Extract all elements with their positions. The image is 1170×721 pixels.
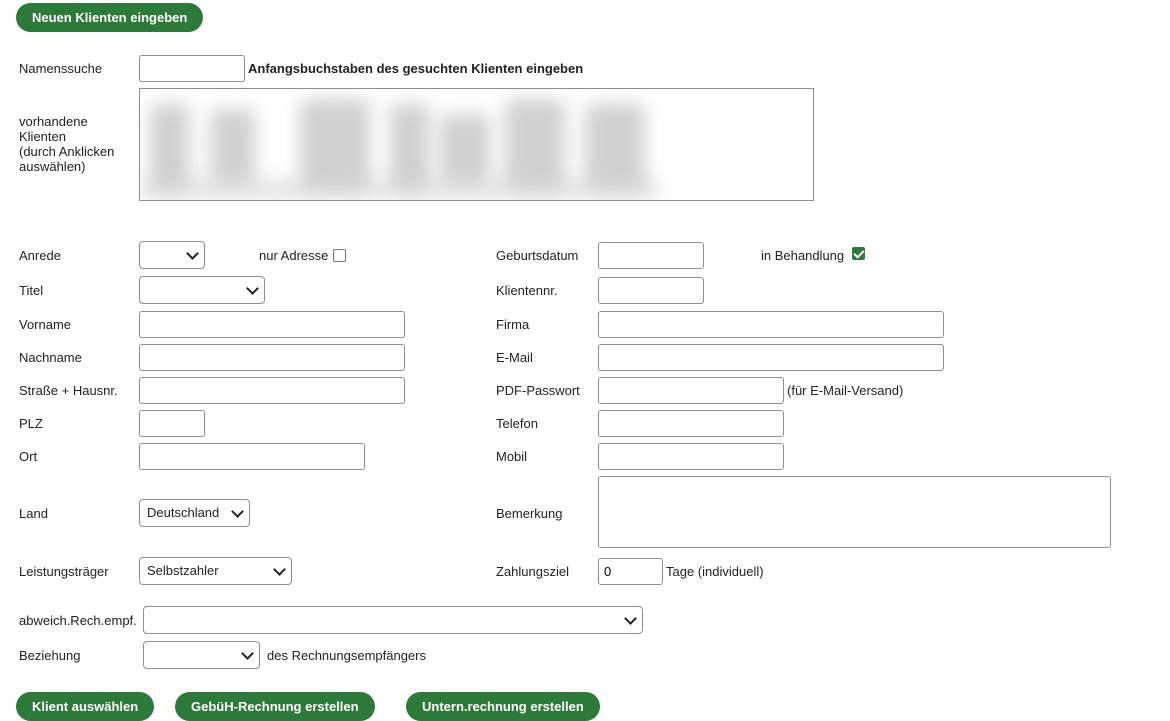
mobil-input[interactable] (598, 443, 784, 470)
nachname-label: Nachname (19, 350, 82, 365)
titel-select[interactable] (139, 276, 265, 304)
nachname-input[interactable] (139, 344, 405, 371)
beziehung-label: Beziehung (19, 648, 81, 663)
geburtsdatum-input[interactable] (598, 242, 704, 269)
strasse-input[interactable] (139, 377, 405, 404)
klientennr-label: Klientennr. (496, 283, 558, 298)
email-input[interactable] (598, 344, 944, 371)
leistungstraeger-label: Leistungsträger (19, 564, 109, 579)
chevron-down-icon (231, 505, 244, 518)
abweich-rech-select[interactable] (143, 606, 643, 634)
nur-adresse-checkbox[interactable] (333, 249, 346, 262)
blurred-entry (440, 114, 490, 184)
telefon-input[interactable] (598, 410, 784, 437)
pdf-passwort-hint: (für E-Mail-Versand) (787, 383, 904, 398)
nur-adresse-label: nur Adresse (259, 248, 329, 263)
blurred-entry (140, 179, 660, 199)
chevron-down-icon (246, 282, 259, 295)
bemerkung-label: Bemerkung (496, 506, 563, 521)
beziehung-hint: des Rechnungsempfängers (267, 648, 426, 663)
blurred-entry (300, 99, 370, 189)
abweich-rech-label: abweich.Rech.empf. (19, 613, 137, 628)
chevron-down-icon (624, 612, 637, 625)
titel-label: Titel (19, 283, 44, 298)
name-search-input[interactable] (139, 55, 245, 82)
chevron-down-icon (241, 647, 254, 660)
new-client-button[interactable]: Neuen Klienten eingeben (16, 3, 204, 32)
klientennr-input[interactable] (598, 277, 704, 304)
blurred-entry (150, 104, 190, 189)
select-client-button[interactable]: Klient auswählen (16, 692, 155, 721)
geburtsdatum-label: Geburtsdatum (496, 248, 579, 263)
chevron-down-icon (186, 247, 199, 260)
vorname-input[interactable] (139, 311, 405, 338)
name-search-hint: Anfangsbuchstaben des gesuchten Klienten… (248, 61, 584, 76)
in-behandlung-checkbox[interactable] (852, 247, 865, 260)
strasse-label: Straße + Hausnr. (19, 383, 118, 398)
in-behandlung-label: in Behandlung (761, 248, 845, 263)
plz-label: PLZ (19, 416, 43, 431)
client-list-label: vorhandene Klienten (durch Anklicken aus… (19, 114, 115, 174)
chevron-down-icon (273, 563, 286, 576)
plz-input[interactable] (139, 410, 205, 437)
anrede-select[interactable] (139, 241, 205, 269)
zahlungsziel-input[interactable] (598, 558, 663, 585)
mobil-label: Mobil (496, 449, 528, 464)
telefon-label: Telefon (496, 416, 538, 431)
firma-label: Firma (496, 317, 530, 332)
blurred-entry (585, 104, 645, 189)
blurred-entry (505, 99, 565, 189)
beziehung-select[interactable] (143, 641, 260, 669)
vorname-label: Vorname (19, 317, 72, 332)
name-search-label: Namenssuche (19, 61, 103, 76)
leistungstraeger-select[interactable]: Selbstzahler (139, 557, 292, 585)
bemerkung-textarea[interactable] (598, 476, 1111, 548)
anrede-label: Anrede (19, 248, 61, 263)
land-label: Land (19, 506, 48, 521)
blurred-entry (210, 109, 255, 184)
pdf-passwort-label: PDF-Passwort (496, 383, 580, 398)
land-select[interactable]: Deutschland (139, 499, 250, 527)
zahlungsziel-label: Zahlungsziel (496, 564, 569, 579)
company-invoice-button[interactable]: Untern.rechnung erstellen (406, 692, 600, 721)
gebueh-invoice-button[interactable]: GebüH-Rechnung erstellen (175, 692, 375, 721)
pdf-passwort-input[interactable] (598, 377, 784, 404)
blurred-entry (390, 104, 430, 189)
ort-input[interactable] (139, 443, 365, 470)
client-list-box[interactable] (139, 88, 814, 201)
firma-input[interactable] (598, 311, 944, 338)
email-label: E-Mail (496, 350, 533, 365)
ort-label: Ort (19, 449, 38, 464)
zahlungsziel-hint: Tage (individuell) (666, 564, 764, 579)
